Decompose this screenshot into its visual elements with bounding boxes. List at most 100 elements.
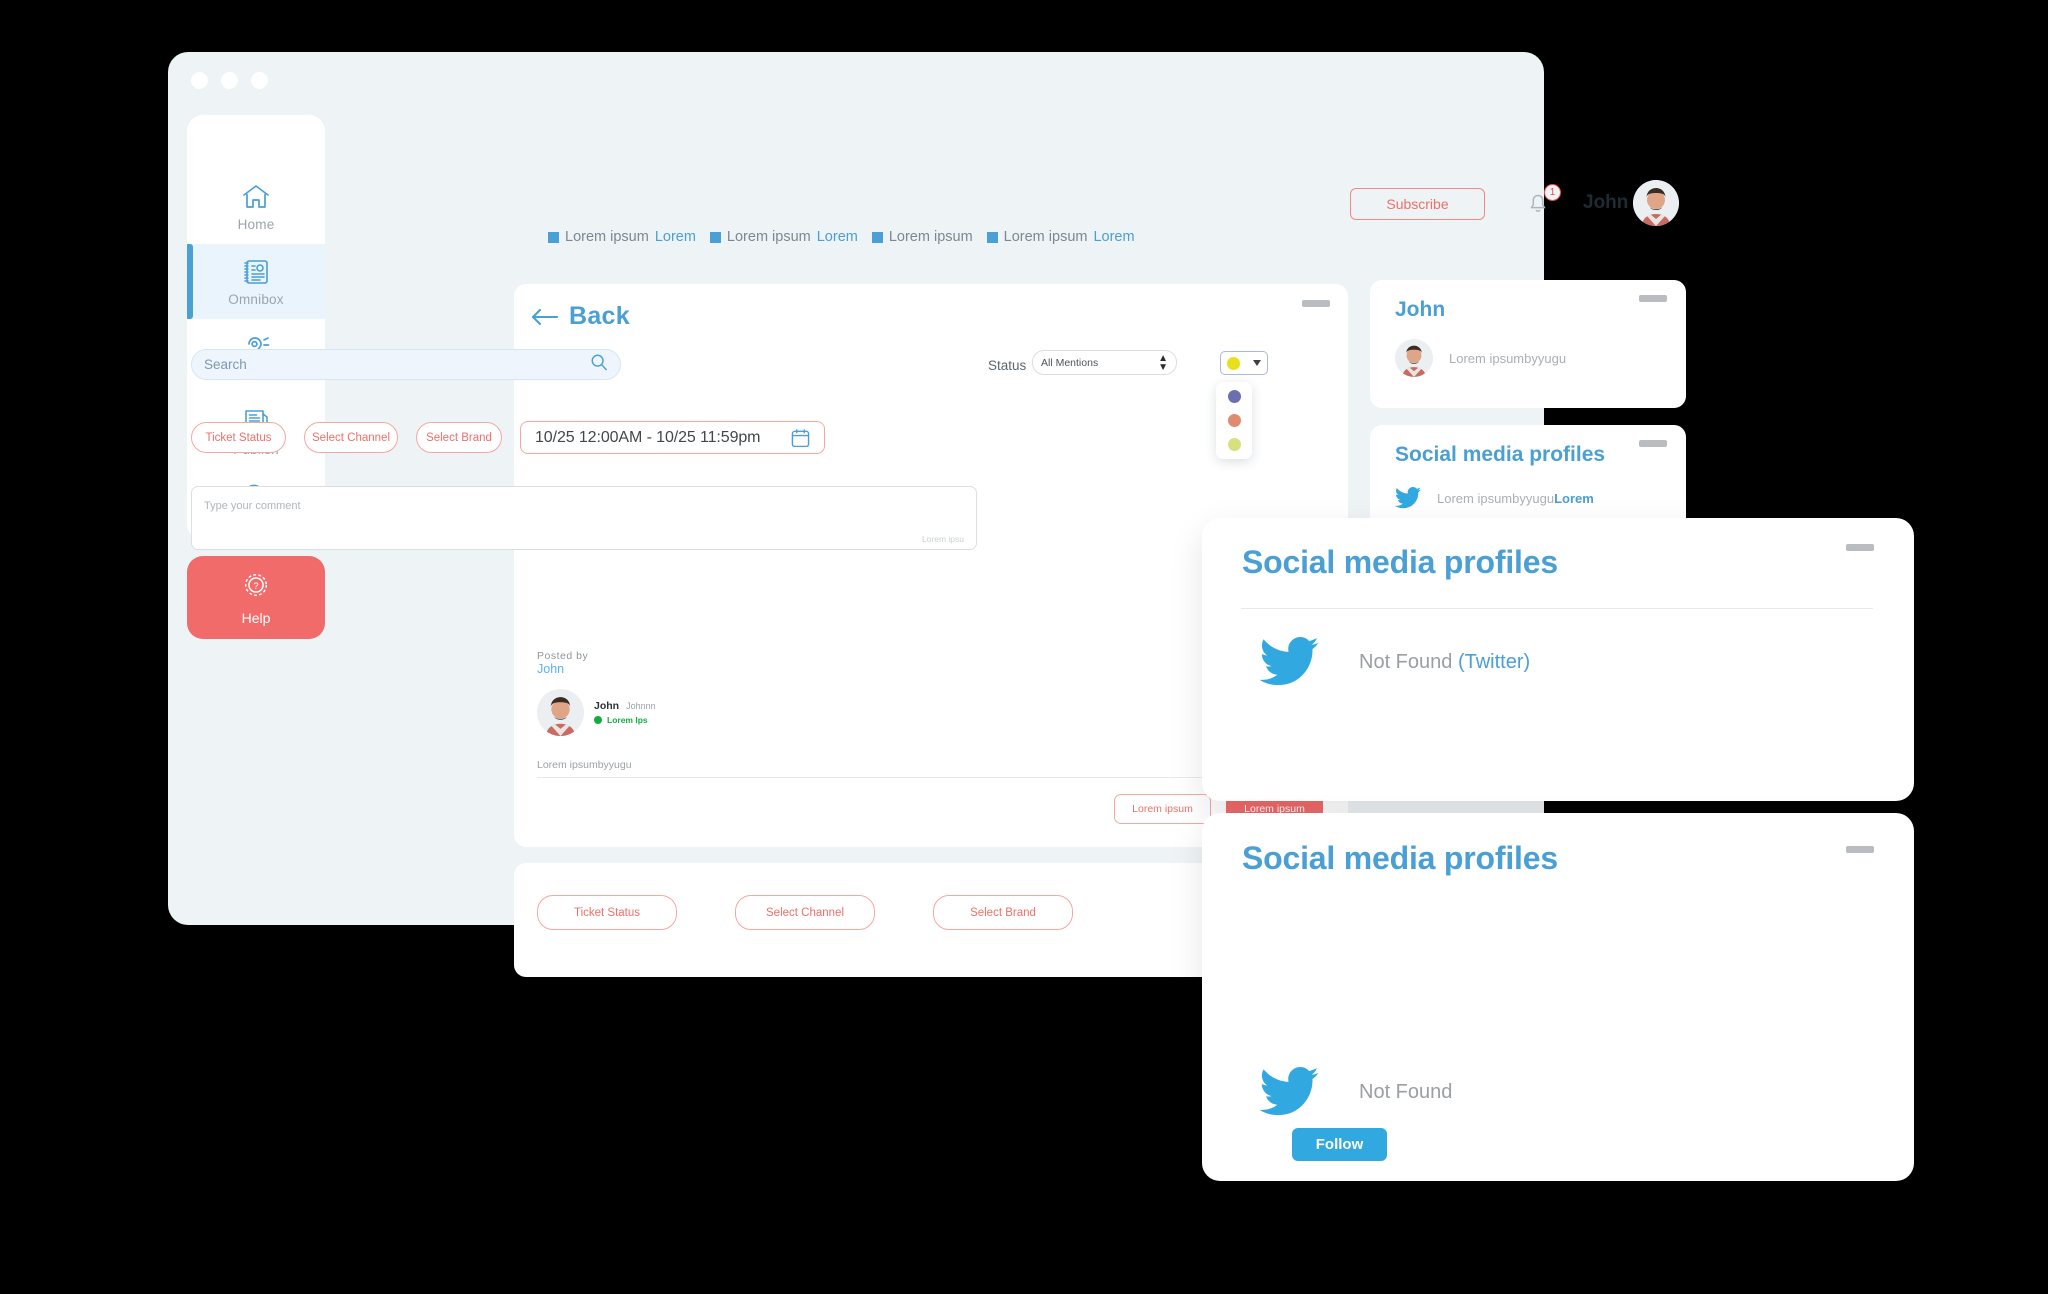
post-secondary-button[interactable]: Lorem ipsum [1114,794,1211,824]
profile-card-row: Lorem ipsumbyyugu [1395,339,1566,377]
post-author: John Johnnn Lorem Ips [537,689,656,736]
select-brand-filter[interactable]: Select Brand [416,422,502,453]
social-card-text: Lorem ipsumbyyuguLorem [1437,491,1594,506]
posted-by-label: Posted by [537,650,589,662]
social-card-title: Social media profiles [1395,443,1606,466]
sidebar-item-label: Omnibox [228,292,284,307]
back-button[interactable]: Back [531,302,630,331]
follow-button[interactable]: Follow [1292,1128,1387,1161]
bottom-ticket-status-filter[interactable]: Ticket Status [537,895,677,930]
breadcrumb: Lorem ipsum Lorem Lorem ipsum Lorem Lore… [548,229,1135,245]
avatar[interactable] [1395,339,1433,377]
modal-status-text: Not Found (Twitter) [1359,651,1530,674]
card-drag-handle[interactable] [1846,544,1874,551]
window-minimize-dot[interactable] [221,72,238,89]
card-drag-handle[interactable] [1639,295,1667,302]
ticket-status-filter[interactable]: Ticket Status [191,422,286,453]
breadcrumb-square-icon [709,231,721,243]
color-select-menu[interactable] [1216,382,1252,459]
filters-row: Ticket Status Select Channel Select Bran… [191,421,825,454]
window-controls[interactable] [191,72,268,89]
divider [1241,608,1873,609]
breadcrumb-item[interactable]: Lorem ipsum [871,229,973,245]
help-label: Help [241,609,271,626]
breadcrumb-link[interactable]: Lorem [655,229,696,245]
breadcrumb-text: Lorem ipsum [1003,229,1088,245]
date-range-picker[interactable]: 10/25 12:00AM - 10/25 11:59pm [520,421,825,454]
status-dot-icon [594,716,602,724]
sidebar-item-home[interactable]: Home [187,169,325,244]
svg-text:?: ? [253,580,258,590]
social-profiles-modal-1: Social media profiles Not Found (Twitter… [1202,518,1914,801]
status-badge: Lorem Ips [607,715,648,725]
selected-color-swatch [1227,356,1241,370]
search-box[interactable] [191,349,621,380]
breadcrumb-text: Lorem ipsum [565,229,649,245]
post-author-handle: Johnnn [626,701,656,711]
modal-profile-row: Not Found [1259,1067,1452,1117]
bottom-select-brand-filter[interactable]: Select Brand [933,895,1073,930]
breadcrumb-item[interactable]: Lorem ipsum Lorem [709,229,858,245]
social-card-link[interactable]: Lorem [1554,491,1594,506]
social-card-row: Lorem ipsumbyyuguLorem [1394,487,1594,509]
post-body: Lorem ipsumbyyugu [537,759,632,771]
avatar[interactable] [537,689,584,736]
sidebar: Home Omnibox [187,115,325,607]
breadcrumb-item[interactable]: Lorem ipsum Lorem [986,229,1135,245]
inbox-icon [240,256,272,288]
breadcrumb-link[interactable]: Lorem [1093,229,1134,245]
card-drag-handle[interactable] [1846,846,1874,853]
chevron-down-icon [1252,360,1261,366]
twitter-icon[interactable] [1394,487,1421,509]
avatar[interactable] [1633,180,1679,226]
notification-badge: 1 [1544,184,1561,201]
help-button[interactable]: ? Help [187,556,325,639]
social-card-text-main: Lorem ipsumbyyugu [1437,490,1555,506]
status-select-value: All Mentions [1041,356,1099,369]
profile-card-text: Lorem ipsumbyyugu [1449,350,1567,366]
modal-status-main: Not Found [1359,650,1453,673]
color-select[interactable] [1220,351,1268,375]
breadcrumb-square-icon [986,231,998,243]
screenshot-stage: Home Omnibox ? Help Lorem ipsum Lorem Lo… [0,0,2048,1294]
status-label: Status [988,358,1027,373]
notifications-button[interactable]: 1 [1523,184,1561,221]
post-author-identity: John Johnnn [594,700,656,712]
sidebar-item-omnibox[interactable]: Omnibox [187,244,325,319]
breadcrumb-link[interactable]: Lorem [817,229,858,245]
comment-placeholder: Type your comment [204,500,301,512]
bottom-select-channel-filter[interactable]: Select Channel [735,895,875,930]
color-option-salmon[interactable] [1227,414,1241,427]
color-option-purple[interactable] [1227,390,1241,403]
bottom-filters-row: Ticket Status Select Channel Select Bran… [537,895,1073,930]
status-select[interactable]: All Mentions ▲ ▼ [1032,350,1177,375]
select-channel-filter[interactable]: Select Channel [304,422,398,453]
chevron-updown-icon: ▲ ▼ [1158,352,1168,373]
post-author-meta: John Johnnn Lorem Ips [594,700,656,725]
profile-card-title: John [1395,298,1446,321]
twitter-icon[interactable] [1259,637,1319,687]
sidebar-item-label: Home [237,217,275,232]
subscribe-button[interactable]: Subscribe [1350,188,1485,220]
comment-counter: Lorem ipsu [921,534,964,544]
color-option-lightyellow[interactable] [1227,438,1241,451]
search-input[interactable] [204,357,590,372]
posted-by-name[interactable]: John [537,662,564,676]
help-badge-icon: ? [241,570,271,605]
post-author-status: Lorem Ips [594,715,656,725]
arrow-left-icon [531,308,559,326]
card-drag-handle[interactable] [1639,440,1667,447]
breadcrumb-item[interactable]: Lorem ipsum Lorem [548,229,696,245]
breadcrumb-text: Lorem ipsum [888,229,973,245]
window-close-dot[interactable] [191,72,208,89]
calendar-icon[interactable] [791,428,810,448]
comment-input[interactable]: Type your comment Lorem ipsu [191,486,977,550]
modal-network-label: (Twitter) [1457,650,1531,673]
modal-title: Social media profiles [1242,544,1558,580]
search-icon[interactable] [590,353,608,376]
breadcrumb-square-icon [548,231,559,243]
window-maximize-dot[interactable] [251,72,268,89]
twitter-icon[interactable] [1259,1067,1319,1117]
home-icon [240,181,272,213]
panel-drag-handle[interactable] [1302,300,1330,307]
